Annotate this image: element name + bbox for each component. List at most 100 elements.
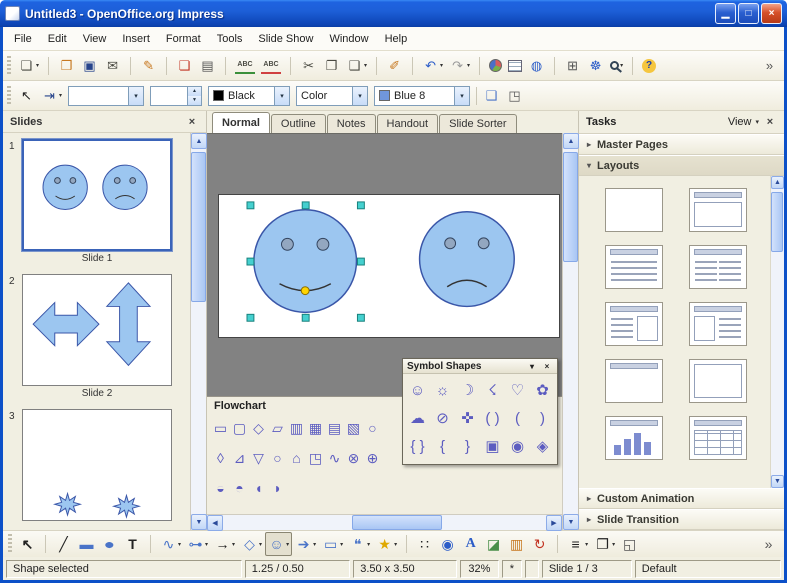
sun-shape[interactable]: ☼ [430,376,455,404]
separator[interactable] [219,54,232,78]
minimize-button[interactable]: ▁ [715,3,736,24]
flowchart-punched-tape[interactable]: ∿ [325,443,344,473]
right-brace-shape[interactable]: } [455,432,480,460]
save-button[interactable]: ▣ [78,54,101,78]
basic-shapes-button[interactable]: ◇▾ [238,532,265,556]
hyperlink-button[interactable]: ◍ [525,54,548,78]
menu-tools[interactable]: Tools [209,29,251,49]
flowchart-decision[interactable]: ◇ [249,413,268,443]
scroll-right-icon[interactable]: ▶ [546,515,562,531]
help-button[interactable]: ? [639,54,659,78]
close-button[interactable]: × [761,3,782,24]
gallery-button[interactable]: ▥ [505,532,528,556]
tab-notes[interactable]: Notes [327,114,376,133]
flowchart-preparation[interactable]: ◊ [211,443,230,473]
flowchart-connector[interactable]: ○ [268,443,287,473]
scroll-down-icon[interactable]: ▼ [563,514,579,530]
email-button[interactable]: ✉ [101,54,124,78]
scroll-up-icon[interactable]: ▲ [563,133,579,149]
arrange-button[interactable]: ❐▾ [591,532,618,556]
flowchart-card[interactable]: ◳ [306,443,325,473]
menu-edit[interactable]: Edit [40,29,75,49]
tab-outline[interactable]: Outline [271,114,326,133]
octagon-bevel-shape[interactable]: ◉ [505,432,530,460]
close-icon[interactable]: × [541,362,553,371]
flowchart-alternate-process[interactable]: ▢ [230,413,249,443]
connector-button[interactable]: ⊶▾ [184,532,211,556]
slide-1-item[interactable]: 1 [9,139,188,268]
navigator-button[interactable]: ☸ [584,54,607,78]
display-grid-button[interactable]: ⊞ [561,54,584,78]
left-brace-shape[interactable]: { [430,432,455,460]
spin-up-icon[interactable]: ▲ [188,87,201,96]
select-tool-button[interactable]: ↖ [15,84,38,108]
double-brace-shape[interactable]: { } [405,432,430,460]
callouts-button[interactable]: ❝▾ [346,532,373,556]
moon-shape[interactable]: ☽ [455,376,480,404]
format-paintbrush-button[interactable]: ✐ [383,54,406,78]
undo-button[interactable]: ↶▾ [419,54,446,78]
frowny-shape[interactable] [420,212,515,307]
section-custom-animation[interactable]: ▸ Custom Animation [579,488,784,509]
shadow-button[interactable]: ❑ [480,84,503,108]
smiley-face-shape[interactable]: ☺ [405,376,430,404]
spreadsheet-button[interactable] [505,54,525,78]
right-bracket-shape[interactable]: ) [530,404,555,432]
separator[interactable] [406,54,419,78]
combo-arrow-icon[interactable]: ▾ [454,87,469,105]
tab-slide-sorter[interactable]: Slide Sorter [439,114,516,133]
separator[interactable] [144,532,157,556]
separator[interactable] [160,54,173,78]
edit-file-button[interactable]: ✎ [137,54,160,78]
slide-3-item[interactable]: 3 [9,409,188,521]
scroll-up-icon[interactable]: ▲ [191,133,207,149]
vertical-scrollbar[interactable]: ▲ ▼ [562,133,578,530]
left-bracket-shape[interactable]: ( [505,404,530,432]
lines-arrows-button[interactable]: →▾ [211,532,238,556]
toolbar-options-button[interactable]: » [757,532,780,556]
export-pdf-button[interactable]: ❏ [173,54,196,78]
flowchart-delay[interactable]: ◗ [268,473,287,503]
menu-format[interactable]: Format [158,29,209,49]
scroll-left-icon[interactable]: ◀ [207,515,223,531]
slide-1-thumbnail[interactable] [22,139,172,251]
layout-blank[interactable] [605,188,663,232]
flowchart-process[interactable]: ▭ [211,413,230,443]
scroll-up-icon[interactable]: ▲ [771,176,784,189]
combo-arrow-icon[interactable]: ▾ [128,87,143,105]
maximize-button[interactable]: □ [738,3,759,24]
menu-insert[interactable]: Insert [114,29,158,49]
flowchart-data[interactable]: ▱ [268,413,287,443]
slides-scrollbar[interactable]: ▲ ▼ [190,133,206,530]
spin-down-icon[interactable]: ▼ [188,96,201,105]
heart-shape[interactable]: ♡ [505,376,530,404]
separator[interactable] [124,54,137,78]
rotate-button[interactable]: ↻ [528,532,551,556]
menu-slide-show[interactable]: Slide Show [250,29,321,49]
stars-button[interactable]: ★▾ [373,532,400,556]
separator[interactable] [626,54,639,78]
slide-3-thumbnail[interactable] [22,409,172,521]
flowchart-display[interactable]: ◖ [249,473,268,503]
curve-button[interactable]: ∿▾ [157,532,184,556]
rectangle-button[interactable]: ▬ [75,532,98,556]
slide-2-item[interactable]: 2 Slide 2 [9,274,188,403]
slide-canvas[interactable] [218,194,560,338]
open-button[interactable]: ❒ [55,54,78,78]
layout-content-only[interactable] [689,359,747,403]
combo-arrow-icon[interactable]: ▾ [352,87,367,105]
select-button[interactable]: ↖ [16,532,39,556]
flowchart-manual-operation[interactable]: ▽ [249,443,268,473]
separator[interactable] [370,54,383,78]
new-document-button[interactable]: ❏▾ [15,54,42,78]
separator[interactable] [400,532,413,556]
layout-title-table[interactable] [689,416,747,460]
menu-view[interactable]: View [75,29,115,49]
popup-menu-icon[interactable]: ▾ [526,362,538,371]
layout-title-content[interactable] [689,188,747,232]
fill-color-combo[interactable]: Blue 8 ▾ [374,86,470,106]
section-slide-transition[interactable]: ▸ Slide Transition [579,509,784,530]
horizontal-scrollbar[interactable]: ◀ ▶ [207,514,562,530]
smiley-shape[interactable] [254,210,357,313]
fill-style-combo[interactable]: Color ▾ [296,86,368,106]
